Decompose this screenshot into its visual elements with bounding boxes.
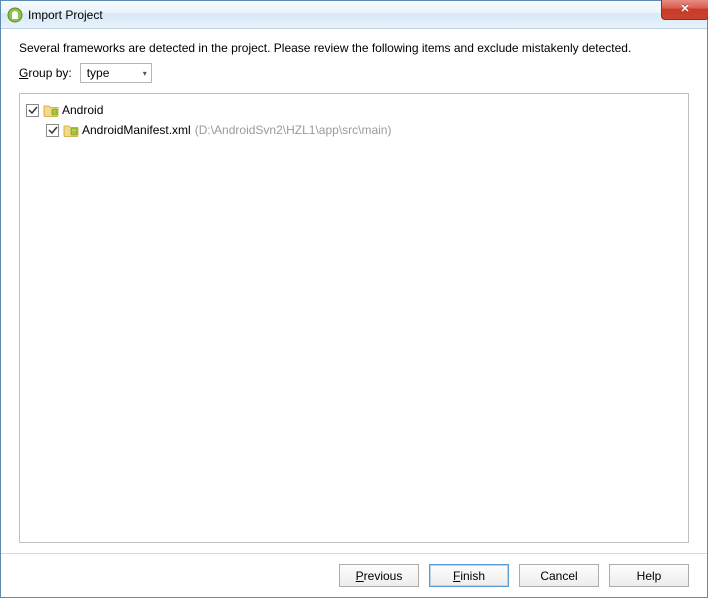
help-button[interactable]: Help: [609, 564, 689, 587]
tree-path-child: (D:\AndroidSvn2\HZL1\app\src\main): [195, 123, 392, 137]
checkbox-root[interactable]: [26, 104, 39, 117]
button-bar: Previous Finish Cancel Help: [1, 553, 707, 597]
chevron-down-icon: ▾: [143, 69, 147, 78]
finish-button[interactable]: Finish: [429, 564, 509, 587]
frameworks-tree[interactable]: Android AndroidManifest.xml (D:\AndroidS…: [19, 93, 689, 543]
app-icon: [7, 7, 23, 23]
tree-label-root: Android: [62, 103, 103, 117]
tree-label-child: AndroidManifest.xml: [82, 123, 191, 137]
dialog-window: Import Project ✕ Several frameworks are …: [0, 0, 708, 598]
groupby-select[interactable]: type ▾: [80, 63, 152, 83]
tree-row-child[interactable]: AndroidManifest.xml (D:\AndroidSvn2\HZL1…: [24, 120, 684, 140]
checkbox-child[interactable]: [46, 124, 59, 137]
folder-icon: [43, 103, 59, 117]
close-icon: ✕: [680, 4, 689, 15]
window-title: Import Project: [28, 8, 103, 22]
previous-button[interactable]: Previous: [339, 564, 419, 587]
tree-row-root[interactable]: Android: [24, 100, 684, 120]
content-area: Several frameworks are detected in the p…: [1, 29, 707, 553]
titlebar: Import Project ✕: [1, 1, 707, 29]
groupby-label: Group by:: [19, 66, 72, 80]
close-button[interactable]: ✕: [661, 0, 708, 20]
description-text: Several frameworks are detected in the p…: [19, 41, 689, 55]
cancel-button[interactable]: Cancel: [519, 564, 599, 587]
manifest-icon: [63, 123, 79, 137]
groupby-row: Group by: type ▾: [19, 63, 689, 83]
groupby-value: type: [87, 66, 110, 80]
